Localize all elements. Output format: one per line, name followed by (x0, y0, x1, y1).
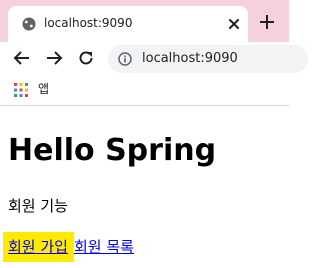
signup-link[interactable]: 회원 가입 (3, 232, 74, 262)
close-icon[interactable] (226, 16, 242, 32)
member-links: 회원 가입 회원 목록 (3, 232, 134, 262)
arrow-left-icon[interactable] (13, 49, 31, 67)
tab-title: localhost:9090 (44, 16, 133, 30)
member-list-link[interactable]: 회원 목록 (74, 232, 134, 262)
reload-icon[interactable] (77, 49, 95, 67)
info-icon[interactable] (118, 52, 132, 66)
page-title: Hello Spring (8, 133, 217, 168)
globe-icon (22, 17, 36, 31)
browser-window: localhost:9090 localhost:9090 앱 Hello Sp… (0, 0, 308, 268)
tab-strip: localhost:9090 (0, 0, 289, 42)
bookmarks-bar: 앱 (0, 75, 289, 106)
page-content: Hello Spring 회원 기능 회원 가입 회원 목록 (0, 106, 289, 268)
toolbar: localhost:9090 (0, 42, 308, 75)
tab-localhost[interactable]: localhost:9090 (8, 6, 248, 42)
new-tab-icon[interactable] (258, 13, 276, 31)
url-text: localhost:9090 (142, 51, 238, 66)
section-label: 회원 기능 (8, 197, 68, 215)
apps-grid-icon[interactable] (14, 83, 28, 97)
address-bar[interactable]: localhost:9090 (108, 45, 308, 73)
apps-label[interactable]: 앱 (38, 81, 49, 97)
arrow-right-icon[interactable] (45, 49, 63, 67)
